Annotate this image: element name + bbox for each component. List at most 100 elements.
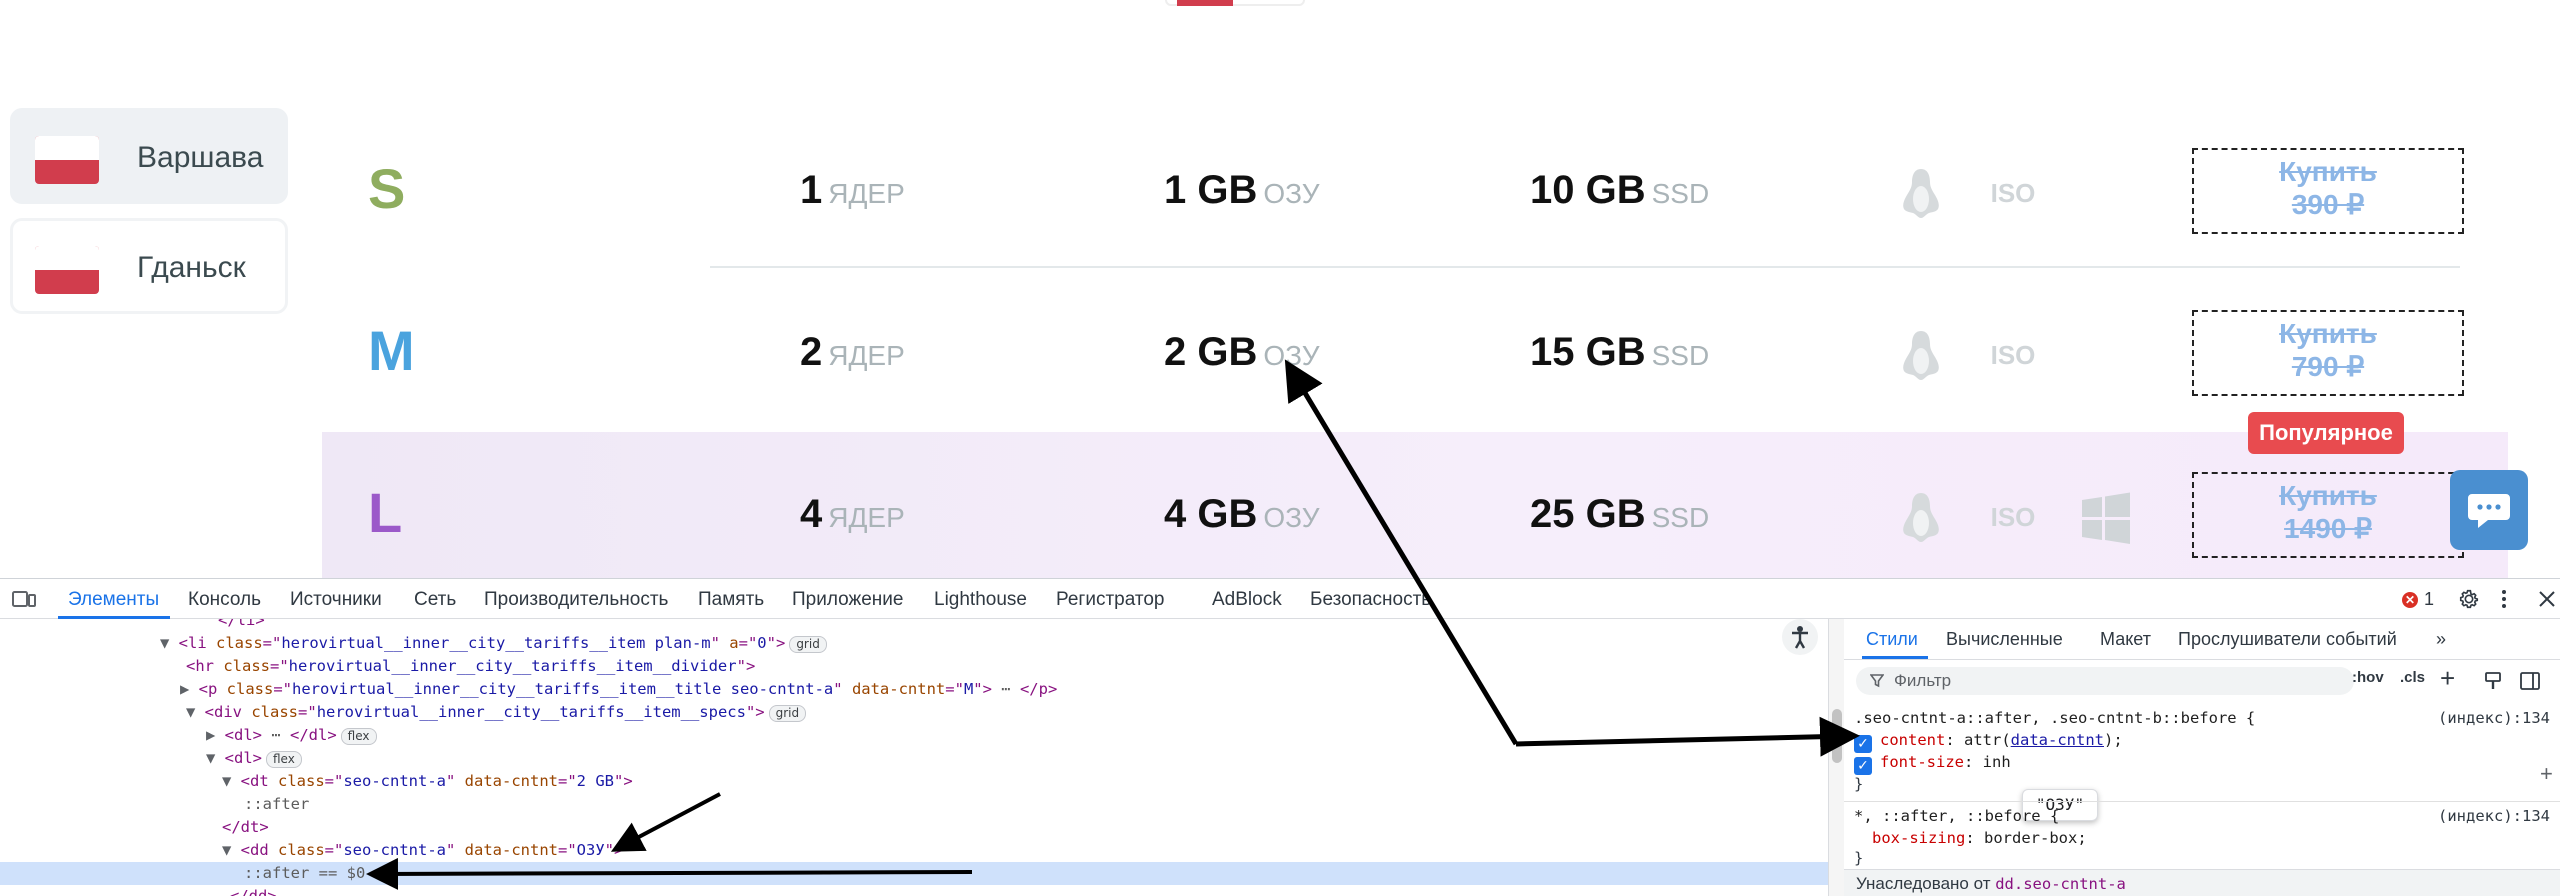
inherited-selector[interactable]: dd.seo-cntnt-a [1995,875,2126,893]
ram-unit: ОЗУ [1263,502,1320,533]
ram-value: 1 GB [1164,168,1258,212]
layout-badge[interactable]: flex [340,728,377,745]
buy-button-m[interactable]: Купить 790 ₽ [2192,310,2464,396]
dom-line[interactable]: ::after [0,793,1828,816]
styles-filter-input[interactable]: Фильтр [1856,667,2354,695]
elements-scrollbar[interactable] [1828,619,1844,896]
expand-triangle-icon[interactable]: ▼ [160,634,179,652]
rule1-source-link[interactable]: (индекс):134 [2438,709,2550,727]
expand-triangle-icon[interactable]: ▼ [222,841,241,859]
dom-line[interactable]: <hr class="herovirtual__inner__city__tar… [0,655,1828,678]
more-menu-icon[interactable] [2500,589,2508,609]
dom-line[interactable]: ▼ <dt class="seo-cntnt-a" data-cntnt="2 … [0,770,1828,793]
dom-token: <dl> [224,726,262,744]
layout-badge[interactable]: grid [768,705,807,722]
dom-line[interactable]: ▶ <p class="herovirtual__inner__city__ta… [0,678,1828,701]
expand-triangle-icon[interactable]: ▼ [186,703,205,721]
tab-network[interactable]: Сеть [414,589,456,611]
dom-line[interactable]: ▼ <div class="herovirtual__inner__city__… [0,701,1828,724]
toggle-sidebar-icon[interactable] [2520,671,2540,691]
tab-event-listeners[interactable]: Прослушиватели событий [2178,629,2397,650]
dom-token: data-cntnt [851,680,946,698]
checkbox-checked-icon[interactable]: ✓ [1854,735,1872,753]
tab-layout[interactable]: Макет [2100,629,2151,650]
error-count[interactable]: 1 [2424,589,2434,610]
iso-icon: ISO [1991,340,2036,370]
paint-brush-icon[interactable] [2484,671,2502,691]
tab-computed[interactable]: Вычисленные [1946,629,2063,650]
dom-line[interactable]: </li> [0,619,1828,632]
dom-token: </p> [1019,680,1058,698]
rule1-selector[interactable]: .seo-cntnt-a::after, .seo-cntnt-b::befor… [1854,709,2255,727]
elements-dom-tree[interactable]: </li> ▼ <li class="herovirtual__inner__ci… [0,619,1828,896]
layout-badge[interactable]: grid [789,636,827,653]
dom-token: =" [558,772,577,790]
tab-sources[interactable]: Источники [290,589,382,611]
chat-widget-button[interactable] [2450,470,2528,550]
cores-value: 1 [800,168,823,212]
tab-application[interactable]: Приложение [792,589,903,611]
expand-triangle-icon[interactable]: ▶ [180,680,199,698]
dom-line[interactable]: ▼ <li class="herovirtual__inner__city__t… [0,632,1828,655]
tab-performance[interactable]: Производительность [484,589,668,611]
styles-pane: Стили Вычисленные Макет Прослушиватели с… [1844,619,2560,896]
tab-console[interactable]: Консоль [188,589,261,611]
accessibility-button[interactable] [1782,619,1818,655]
more-tabs-icon[interactable]: » [2436,629,2446,650]
buy-button-s[interactable]: Купить 390 ₽ [2192,148,2464,234]
city-tab-warsaw[interactable]: Варшава [10,108,288,204]
dom-token: " [710,634,730,652]
tab-styles[interactable]: Стили [1866,629,1918,650]
dom-token: "> [973,680,992,698]
tab-lighthouse[interactable]: Lighthouse [934,589,1027,611]
gear-icon[interactable] [2458,588,2480,610]
dom-token: ОЗУ [576,841,605,859]
dom-line[interactable]: ▼ <dd class="seo-cntnt-a" data-cntnt="ОЗ… [0,839,1828,862]
ssd-unit: SSD [1651,502,1710,533]
rule1-prop-content[interactable]: ✓ content: attr(data-cntnt); [1854,731,2123,753]
dom-line[interactable]: </dt> [0,816,1828,839]
dom-token: herovirtual__inner__city__tariffs__item … [281,634,711,652]
new-rule-icon[interactable]: + [2440,663,2455,694]
filter-icon [1870,674,1884,688]
cls-toggle[interactable]: .cls [2400,669,2425,686]
buy-button-l[interactable]: Купить 1490 ₽ [2192,472,2464,558]
dom-token: ::after [244,795,310,813]
scrollbar-thumb[interactable] [1832,709,1842,763]
expand-triangle-icon[interactable]: ▼ [206,749,225,767]
tab-memory[interactable]: Память [698,589,764,611]
ssd-spec: 15 GB SSD [1530,330,1709,375]
price: 790 ₽ [2291,351,2365,382]
rule2-source-link[interactable]: (индекс):134 [2438,807,2550,825]
rule2-selector[interactable]: *, ::after, ::before { [1854,807,2059,825]
tab-adblock[interactable]: AdBlock [1212,589,1282,611]
flag-stripe [1177,0,1233,6]
rule2-prop-box-sizing[interactable]: box-sizing: border-box; [1872,829,2087,847]
ram-unit: ОЗУ [1263,178,1320,209]
tab-recorder[interactable]: Регистратор [1056,589,1165,611]
layout-badge[interactable]: flex [266,751,302,768]
styles-tab-divider [1844,659,2560,660]
dom-token: 0 [757,634,767,652]
dom-line[interactable]: ▼ <dl> flex [0,747,1828,770]
tab-elements[interactable]: Элементы [68,589,159,611]
device-toolbar-icon[interactable] [12,589,36,609]
dom-line[interactable]: ▶ <dl> ⋯ </dl> flex [0,724,1828,747]
city-tab-gdansk[interactable]: Гданьск [10,218,288,314]
add-property-icon[interactable]: + [2540,761,2553,787]
dom-token: =" [945,680,964,698]
hov-toggle[interactable]: :hov [2352,669,2384,686]
dom-line[interactable]: </dd> [0,885,1828,896]
checkbox-checked-icon[interactable]: ✓ [1854,757,1872,775]
city-name: Гданьск [137,251,246,284]
ram-spec: 2 GB ОЗУ [1164,330,1320,375]
error-icon[interactable]: ✕ [2402,592,2418,608]
ssd-spec: 25 GB SSD [1530,492,1709,537]
rule1-prop-font-size[interactable]: ✓ font-size: inh [1854,753,2011,775]
prop-link[interactable]: data-cntnt [2011,731,2104,749]
tab-security[interactable]: Безопасность [1310,589,1431,611]
dom-line-selected[interactable]: ::after == $0 [0,862,1828,885]
expand-triangle-icon[interactable]: ▶ [206,726,225,744]
expand-triangle-icon[interactable]: ▼ [222,772,241,790]
close-icon[interactable] [2538,590,2556,608]
